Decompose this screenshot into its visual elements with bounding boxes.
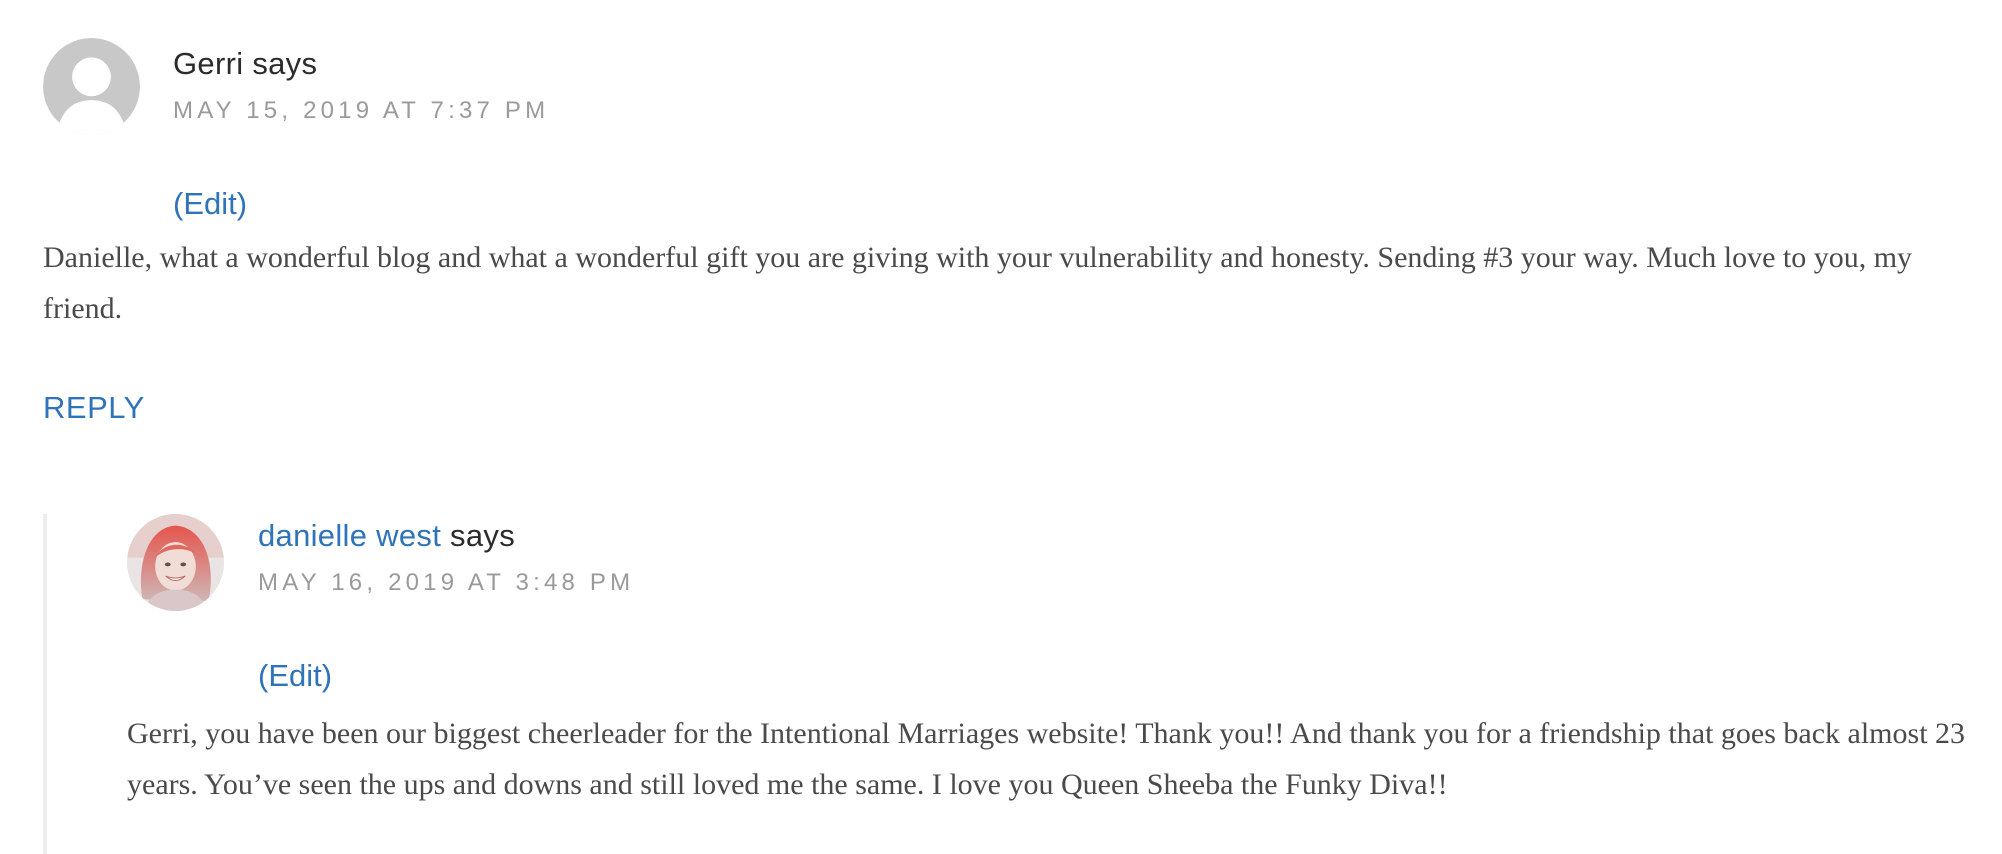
comment-author-name: Gerri [173,46,244,81]
reply-button[interactable]: REPLY [43,390,145,426]
says-label: says [252,46,318,81]
user-photo-avatar [127,514,224,611]
edit-comment-link[interactable]: (Edit) [258,658,332,694]
comment-author-line: danielle west says [258,518,515,554]
default-avatar-icon [43,38,140,135]
comment-author-link[interactable]: danielle west [258,518,441,553]
edit-comment-link[interactable]: (Edit) [173,186,247,222]
thread-nesting-border [43,514,47,854]
comment-body: Gerri, you have been our biggest cheerle… [127,717,1966,801]
says-label: says [450,518,515,553]
comment-date-link[interactable]: MAY 15, 2019 AT 7:37 PM [173,97,549,125]
comment-date-link[interactable]: MAY 16, 2019 AT 3:48 PM [258,569,634,597]
comment-author-line: Gerri says [173,46,317,82]
comment-body: Danielle, what a wonderful blog and what… [43,241,1913,325]
